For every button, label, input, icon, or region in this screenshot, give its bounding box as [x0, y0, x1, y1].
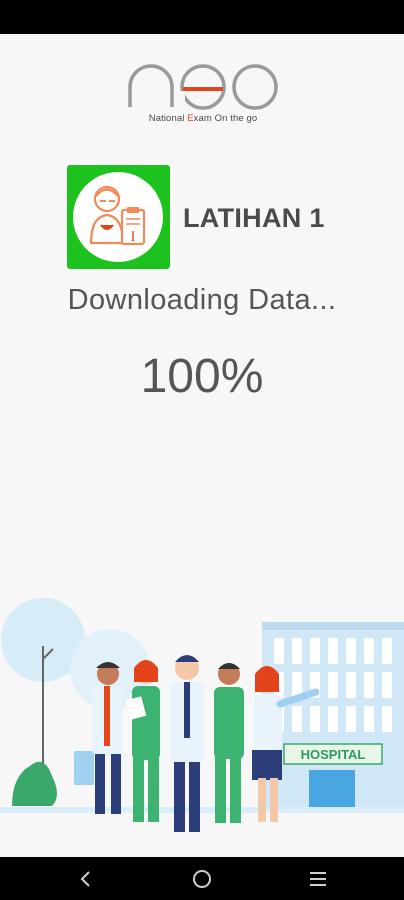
status-bar	[0, 0, 404, 34]
logo-tagline: National Exam On the go	[148, 113, 258, 124]
exam-info: I LATIHAN 1	[67, 165, 367, 269]
home-circle-icon	[193, 870, 211, 888]
exam-icon-letter: I	[131, 229, 136, 245]
neo-logo-mark	[128, 64, 278, 110]
hospital-sign: HOSPITAL	[301, 747, 366, 762]
hospital-building: HOSPITAL	[262, 622, 404, 812]
neo-logo: National Exam On the go	[127, 62, 279, 132]
splash-screen: National Exam On the go I LATIHAN 1 Down	[0, 34, 404, 857]
staff-doctor-center	[170, 655, 204, 832]
download-progress: 100%	[140, 350, 264, 403]
nurse-exam-icon: I	[73, 172, 163, 262]
recents-lines-icon	[310, 872, 326, 886]
exam-title: LATIHAN 1	[183, 203, 325, 233]
system-nav-bar	[0, 857, 404, 900]
bush	[12, 761, 57, 806]
medical-staff-illustration: HOSPITAL	[0, 598, 404, 832]
home-button[interactable]	[182, 865, 222, 893]
exam-icon: I	[67, 165, 170, 269]
back-button[interactable]	[66, 865, 106, 893]
back-chevron-icon	[80, 871, 90, 887]
recents-button[interactable]	[298, 865, 338, 893]
download-status: Downloading Data...	[67, 284, 337, 316]
staff-nurse-male	[214, 663, 244, 823]
